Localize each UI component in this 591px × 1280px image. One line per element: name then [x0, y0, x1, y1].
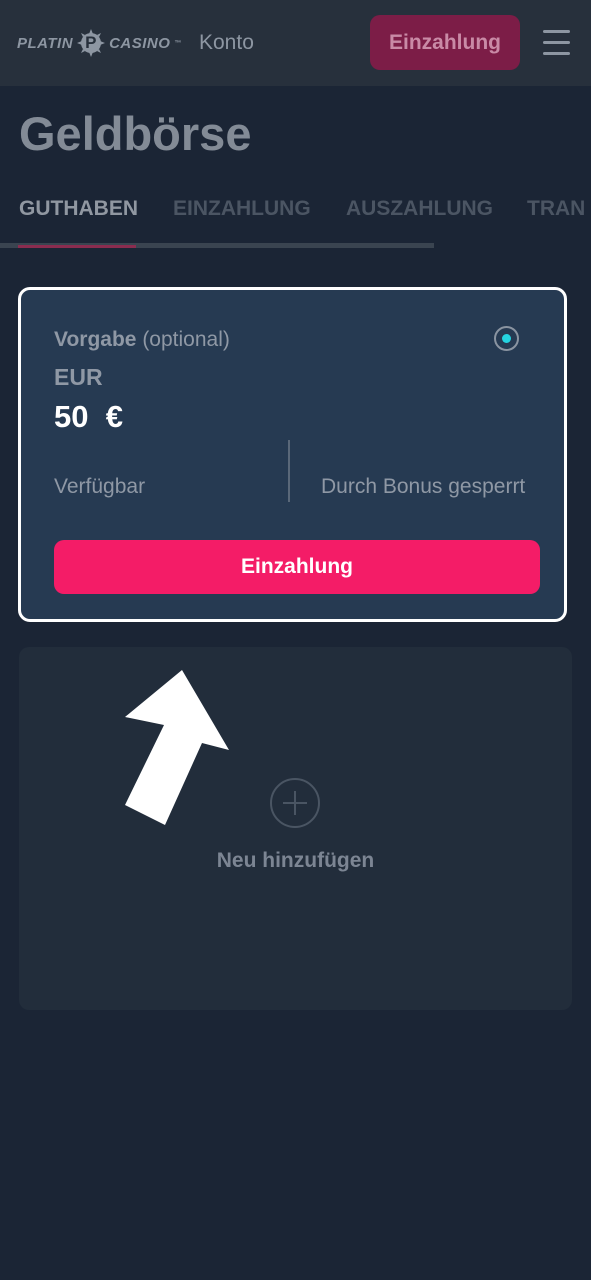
- wallet-divider: [288, 440, 290, 502]
- logo-text-left: PLATIN: [17, 34, 74, 52]
- wallet-label-name: Vorgabe: [54, 328, 137, 351]
- tab-auszahlung[interactable]: AUSZAHLUNG: [346, 197, 493, 221]
- available-label: Verfügbar: [54, 475, 146, 498]
- logo-badge-letter: P: [85, 33, 97, 52]
- tab-einzahlung[interactable]: EINZAHLUNG: [173, 197, 311, 221]
- tab-transaktionen[interactable]: TRAN: [527, 197, 585, 221]
- wallet-card-eur[interactable]: Vorgabe (optional) EUR 50 € Verfügbar Du…: [18, 287, 567, 622]
- logo-text-right: CASINO: [109, 34, 171, 52]
- top-header: PLATIN P CASINO ™ Konto Einzahlung: [0, 0, 591, 86]
- header-deposit-button[interactable]: Einzahlung: [370, 15, 520, 70]
- plus-circle-icon[interactable]: [270, 778, 320, 828]
- page-title: Geldbörse: [19, 107, 252, 160]
- wallet-tabs: GUTHABEN EINZAHLUNG AUSZAHLUNG TRAN: [0, 190, 591, 250]
- wallet-label: Vorgabe (optional): [54, 328, 230, 352]
- wallet-deposit-button[interactable]: Einzahlung: [54, 540, 540, 594]
- logo-trademark: ™: [174, 39, 182, 47]
- wallet-amount: 50 €: [54, 399, 123, 434]
- logo-sun-badge-icon: P: [77, 29, 106, 57]
- hamburger-menu-icon[interactable]: [543, 30, 570, 56]
- active-tab-indicator: [18, 245, 136, 248]
- wallet-currency: EUR: [54, 364, 103, 390]
- wallet-label-optional: (optional): [142, 328, 230, 351]
- wallet-select-radio[interactable]: [494, 326, 519, 351]
- annotation-arrow-icon: [125, 670, 229, 825]
- account-link[interactable]: Konto: [199, 31, 254, 55]
- bonus-locked-label: Durch Bonus gesperrt: [321, 475, 526, 498]
- tab-guthaben[interactable]: GUTHABEN: [19, 197, 138, 221]
- add-new-label: Neu hinzufügen: [216, 849, 375, 872]
- platin-casino-logo[interactable]: PLATIN P CASINO ™: [17, 27, 182, 59]
- add-new-wallet-card[interactable]: Neu hinzufügen: [19, 647, 572, 1010]
